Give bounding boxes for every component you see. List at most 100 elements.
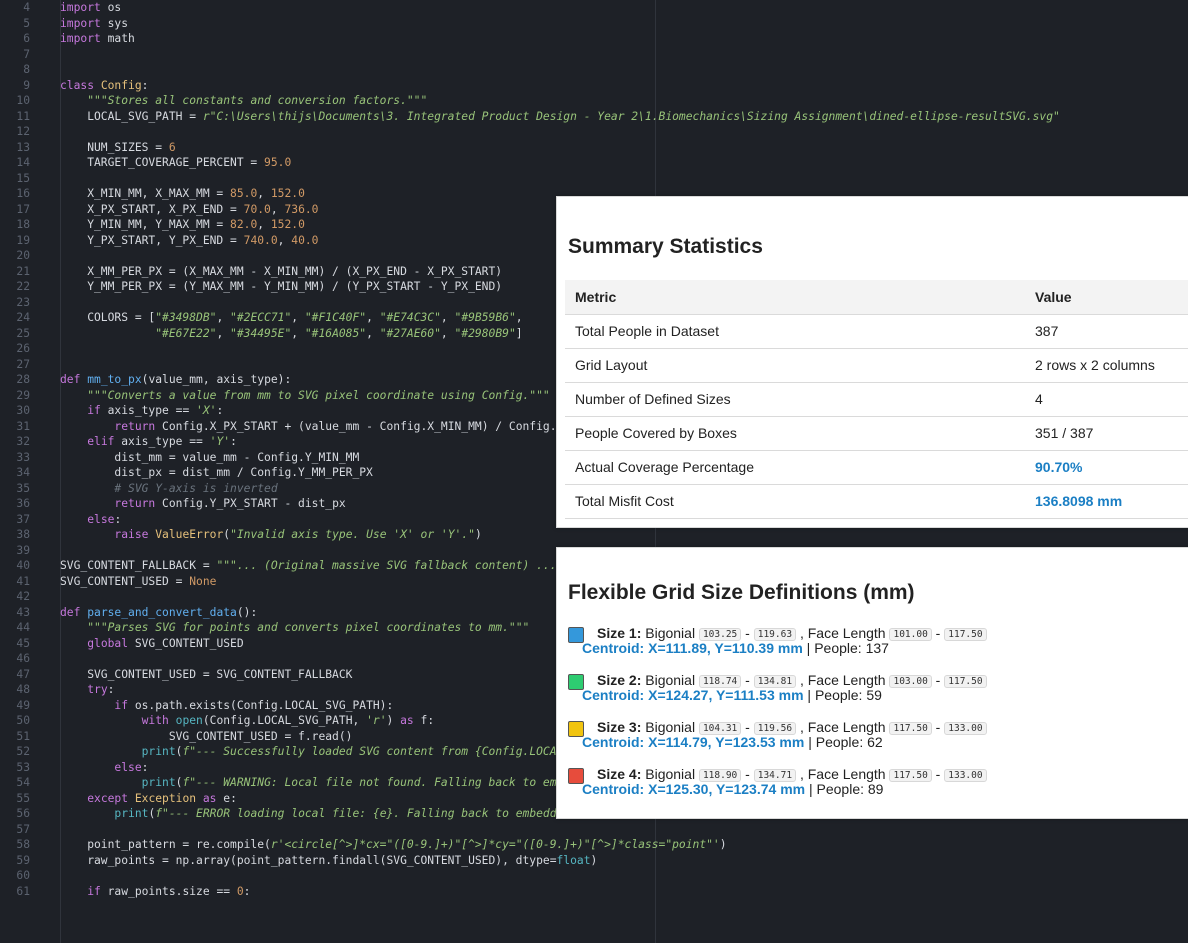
code-line[interactable]: 57 bbox=[0, 822, 1188, 838]
centroid-text: Centroid: X=124.27, Y=111.53 mm bbox=[582, 687, 804, 703]
code-text[interactable]: SVG_CONTENT_USED = None bbox=[60, 574, 216, 590]
code-text[interactable]: with open(Config.LOCAL_SVG_PATH, 'r') as… bbox=[60, 713, 435, 729]
code-text[interactable]: Y_PX_START, Y_PX_END = 740.0, 40.0 bbox=[60, 233, 318, 249]
code-text[interactable]: return Config.X_PX_START + (value_mm - C… bbox=[60, 419, 631, 435]
code-line[interactable]: 59 raw_points = np.array(point_pattern.f… bbox=[0, 853, 1188, 869]
face-length-label: , Face Length bbox=[796, 672, 890, 688]
code-text[interactable]: "#E67E22", "#34495E", "#16A085", "#27AE6… bbox=[60, 326, 522, 342]
code-line[interactable]: 7 bbox=[0, 47, 1188, 63]
face-length-max-chip: 117.50 bbox=[944, 675, 987, 688]
code-text[interactable]: else: bbox=[60, 760, 148, 776]
code-line[interactable]: 15 bbox=[0, 171, 1188, 187]
code-text[interactable]: if raw_points.size == 0: bbox=[60, 884, 250, 900]
line-number: 33 bbox=[16, 450, 30, 464]
line-number: 57 bbox=[16, 822, 30, 836]
code-line[interactable]: 12 bbox=[0, 124, 1188, 140]
code-line[interactable]: 60 bbox=[0, 868, 1188, 884]
code-text[interactable]: Y_MM_PER_PX = (Y_MAX_MM - Y_MIN_MM) / (Y… bbox=[60, 279, 502, 295]
centroid-text: Centroid: X=111.89, Y=110.39 mm bbox=[582, 640, 803, 656]
value-cell: 136.8098 mm bbox=[1035, 493, 1123, 509]
face-length-max-chip: 117.50 bbox=[944, 628, 987, 641]
line-number: 10 bbox=[16, 94, 30, 107]
line-number: 24 bbox=[16, 311, 30, 324]
line-number: 41 bbox=[16, 574, 30, 588]
code-text[interactable]: """Parses SVG for points and converts pi… bbox=[60, 620, 529, 636]
code-text[interactable]: if os.path.exists(Config.LOCAL_SVG_PATH)… bbox=[60, 698, 393, 714]
code-text[interactable]: try: bbox=[60, 682, 114, 698]
size-centroid-line: Centroid: X=114.79, Y=123.53 mm | People… bbox=[582, 734, 883, 750]
code-line[interactable]: 61 if raw_points.size == 0: bbox=[0, 884, 1188, 900]
code-text[interactable]: NUM_SIZES = 6 bbox=[60, 140, 175, 156]
size-label: Size 1: bbox=[597, 625, 642, 641]
code-line[interactable]: 13 NUM_SIZES = 6 bbox=[0, 140, 1188, 156]
code-line[interactable]: 8 bbox=[0, 62, 1188, 78]
size-definition-item: Size 1: Bigonial 103.25 - 119.63 , Face … bbox=[568, 625, 1188, 659]
line-number: 42 bbox=[16, 590, 30, 603]
face-length-label: , Face Length bbox=[796, 719, 890, 735]
code-text[interactable]: global SVG_CONTENT_USED bbox=[60, 636, 243, 652]
size-centroid-line: Centroid: X=125.30, Y=123.74 mm | People… bbox=[582, 781, 883, 797]
code-line[interactable]: 11 LOCAL_SVG_PATH = r"C:\Users\thijs\Doc… bbox=[0, 109, 1188, 125]
code-text[interactable]: SVG_CONTENT_FALLBACK = """... (Original … bbox=[60, 558, 577, 574]
centroid-text: Centroid: X=114.79, Y=123.53 mm bbox=[582, 734, 805, 750]
code-text[interactable]: if axis_type == 'X': bbox=[60, 403, 223, 419]
code-text[interactable]: LOCAL_SVG_PATH = r"C:\Users\thijs\Docume… bbox=[60, 109, 1060, 125]
code-text[interactable]: Y_MIN_MM, Y_MAX_MM = 82.0, 152.0 bbox=[60, 217, 305, 233]
code-text[interactable]: point_pattern = re.compile(r'<circle[^>]… bbox=[60, 837, 726, 853]
code-text[interactable]: elif axis_type == 'Y': bbox=[60, 434, 237, 450]
code-text[interactable]: X_MM_PER_PX = (X_MAX_MM - X_MIN_MM) / (X… bbox=[60, 264, 502, 280]
code-text[interactable]: return Config.Y_PX_START - dist_px bbox=[60, 496, 345, 512]
code-text[interactable]: else: bbox=[60, 512, 121, 528]
value-cell: 4 bbox=[1035, 391, 1043, 407]
code-text[interactable]: raw_points = np.array(point_pattern.find… bbox=[60, 853, 597, 869]
line-number: 6 bbox=[23, 32, 30, 45]
line-number: 31 bbox=[16, 419, 30, 433]
code-line[interactable]: 6 import math bbox=[0, 31, 1188, 47]
code-line[interactable]: 9 class Config: bbox=[0, 78, 1188, 94]
code-line[interactable]: 10 """Stores all constants and conversio… bbox=[0, 93, 1188, 109]
code-text[interactable]: """Converts a value from mm to SVG pixel… bbox=[60, 388, 550, 404]
code-text[interactable]: X_PX_START, X_PX_END = 70.0, 736.0 bbox=[60, 202, 318, 218]
face-length-min-chip: 101.00 bbox=[889, 628, 932, 641]
code-line[interactable]: 5 import sys bbox=[0, 16, 1188, 32]
line-number: 52 bbox=[16, 745, 30, 758]
code-text[interactable]: def mm_to_px(value_mm, axis_type): bbox=[60, 372, 291, 388]
code-text[interactable]: dist_px = dist_mm / Config.Y_MM_PER_PX bbox=[60, 465, 372, 481]
line-number: 59 bbox=[16, 853, 30, 867]
code-text[interactable]: import os bbox=[60, 0, 121, 16]
code-line[interactable]: 14 TARGET_COVERAGE_PERCENT = 95.0 bbox=[0, 155, 1188, 171]
face-length-label: , Face Length bbox=[796, 625, 890, 641]
code-text[interactable]: import sys bbox=[60, 16, 128, 32]
code-text[interactable]: except Exception as e: bbox=[60, 791, 237, 807]
code-text[interactable]: COLORS = ["#3498DB", "#2ECC71", "#F1C40F… bbox=[60, 310, 522, 326]
code-line[interactable]: 58 point_pattern = re.compile(r'<circle[… bbox=[0, 837, 1188, 853]
bigonial-label: Bigonial bbox=[641, 719, 699, 735]
code-text[interactable]: SVG_CONTENT_USED = f.read() bbox=[60, 729, 353, 745]
code-text[interactable]: X_MIN_MM, X_MAX_MM = 85.0, 152.0 bbox=[60, 186, 305, 202]
code-text[interactable]: SVG_CONTENT_USED = SVG_CONTENT_FALLBACK bbox=[60, 667, 352, 683]
code-text[interactable]: raise ValueError("Invalid axis type. Use… bbox=[60, 527, 481, 543]
code-text[interactable]: def parse_and_convert_data(): bbox=[60, 605, 257, 621]
line-number: 55 bbox=[16, 791, 30, 805]
code-text[interactable]: import math bbox=[60, 31, 135, 47]
code-text[interactable]: # SVG Y-axis is inverted bbox=[60, 481, 277, 497]
code-text[interactable]: dist_mm = value_mm - Config.Y_MIN_MM bbox=[60, 450, 359, 466]
code-text[interactable]: class Config: bbox=[60, 78, 148, 94]
code-line[interactable]: 38 raise ValueError("Invalid axis type. … bbox=[0, 527, 1188, 543]
line-number: 54 bbox=[16, 776, 30, 789]
size-label: Size 4: bbox=[597, 766, 642, 782]
metric-cell: Number of Defined Sizes bbox=[575, 391, 731, 407]
line-number: 12 bbox=[16, 125, 30, 138]
line-number: 46 bbox=[16, 652, 30, 665]
summary-title: Summary Statistics bbox=[568, 235, 763, 258]
line-number: 22 bbox=[16, 280, 30, 293]
line-number: 35 bbox=[16, 481, 30, 495]
code-line[interactable]: 4 import os bbox=[0, 0, 1188, 16]
line-number: 32 bbox=[16, 435, 30, 448]
size-centroid-line: Centroid: X=111.89, Y=110.39 mm | People… bbox=[582, 640, 889, 656]
code-text[interactable]: """Stores all constants and conversion f… bbox=[60, 93, 427, 109]
code-text[interactable]: TARGET_COVERAGE_PERCENT = 95.0 bbox=[60, 155, 291, 171]
size-label: Size 3: bbox=[597, 719, 642, 735]
face-length-max-chip: 133.00 bbox=[944, 769, 987, 782]
line-number: 43 bbox=[16, 605, 30, 619]
